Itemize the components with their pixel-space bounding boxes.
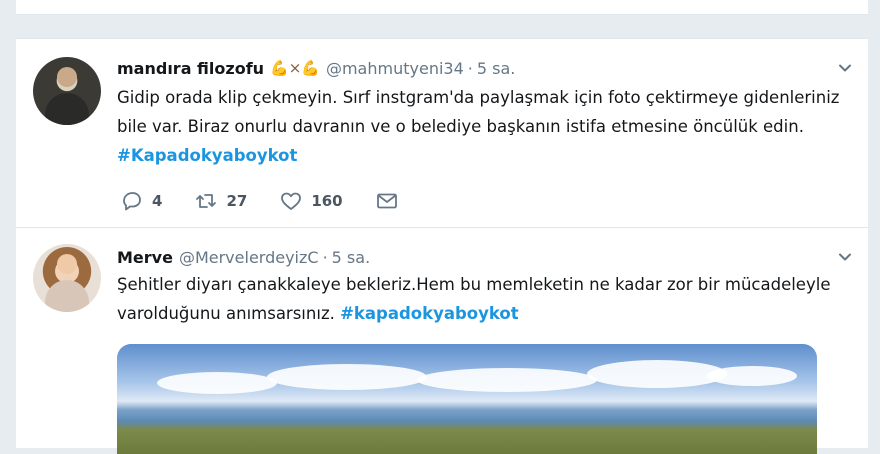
cloud-shape xyxy=(157,372,277,394)
cloud-shape xyxy=(707,366,797,386)
tweet-header: Merve @MervelerdeyizC · 5 sa. xyxy=(117,245,370,269)
cloud-shape xyxy=(417,368,597,392)
tweet[interactable]: Merve @MervelerdeyizC · 5 sa. Şehitler d… xyxy=(16,227,868,454)
user-handle[interactable]: @mahmutyeni34 xyxy=(326,59,464,78)
display-name[interactable]: Merve xyxy=(117,248,173,267)
hashtag-link[interactable]: #Kapadokyaboykot xyxy=(117,146,297,165)
chevron-down-icon[interactable] xyxy=(838,61,852,75)
retweet-button[interactable]: 27 xyxy=(194,189,247,213)
tweet-photo[interactable] xyxy=(117,344,817,454)
like-count: 160 xyxy=(311,192,343,210)
retweet-count: 27 xyxy=(226,192,248,210)
avatar-body-shape xyxy=(45,93,89,125)
tweet[interactable]: mandıra filozofu 💪×💪 @mahmutyeni34 · 5 s… xyxy=(16,38,868,228)
retweet-icon xyxy=(196,194,217,208)
hashtag-link[interactable]: #kapadokyaboykot xyxy=(340,304,519,323)
reply-button[interactable]: 4 xyxy=(120,189,162,213)
avatar[interactable] xyxy=(33,57,101,125)
reply-icon xyxy=(123,192,141,211)
like-button[interactable]: 160 xyxy=(279,189,343,213)
reply-count: 4 xyxy=(152,192,163,210)
avatar[interactable] xyxy=(33,244,101,312)
name-emoji: 💪×💪 xyxy=(270,59,320,77)
avatar-head-shape xyxy=(57,67,77,87)
cloud-shape xyxy=(587,360,727,388)
direct-message-button[interactable] xyxy=(375,189,399,213)
tweet-actions: 4 27 160 xyxy=(120,189,431,213)
display-name[interactable]: mandıra filozofu xyxy=(117,59,264,78)
tweet-header: mandıra filozofu 💪×💪 @mahmutyeni34 · 5 s… xyxy=(117,56,515,80)
avatar-head-shape xyxy=(57,254,77,274)
previous-tweet-card xyxy=(16,0,868,15)
separator-dot: · xyxy=(322,247,328,267)
avatar-body-shape xyxy=(45,280,89,312)
tweet-body: Gidip orada klip çekmeyin. Sırf instgram… xyxy=(117,88,840,136)
envelope-icon xyxy=(376,193,397,209)
timestamp[interactable]: 5 sa. xyxy=(477,59,516,78)
timestamp[interactable]: 5 sa. xyxy=(332,248,371,267)
separator-dot: · xyxy=(467,58,473,78)
tweet-text: Gidip orada klip çekmeyin. Sırf instgram… xyxy=(117,83,847,170)
user-handle[interactable]: @MervelerdeyizC xyxy=(179,248,319,267)
chevron-down-icon[interactable] xyxy=(838,250,852,264)
cloud-shape xyxy=(267,364,427,390)
heart-icon xyxy=(281,192,302,210)
tweet-text: Şehitler diyarı çanakkaleye bekleriz.Hem… xyxy=(117,270,847,328)
